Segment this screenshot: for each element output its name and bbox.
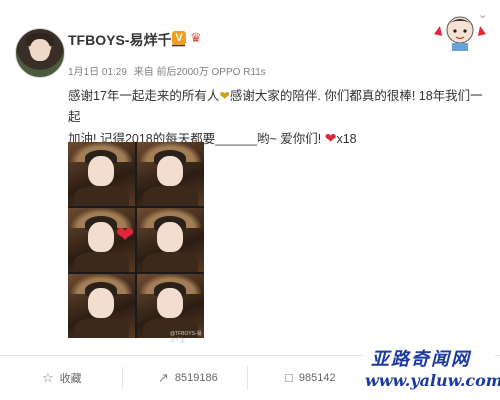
photo-credit: @TFBOYS-易烊千玺 [170, 331, 202, 344]
repost-icon: ↗ [158, 370, 169, 385]
comment-button[interactable]: □ 985142 [285, 370, 336, 385]
post-date[interactable]: 1月1日 01:29 [68, 67, 127, 78]
separator [122, 366, 123, 390]
watermark-url: www.yaluw.com [365, 371, 500, 390]
favorite-button[interactable]: ☆ 收藏 [42, 370, 82, 386]
post-text: 感谢17年一起走来的所有人❤感谢大家的陪伴. 你们都真的很棒! 18年我们一起 … [68, 86, 488, 150]
weibo-post-card: ⌄ TFBOYS-易烊千玺 V ♛ 1月1日 01:29 来自 前后2000万 … [0, 0, 500, 400]
post-text-part1: 感谢17年一起走来的所有人 [68, 89, 220, 103]
separator [247, 366, 248, 390]
site-watermark: 亚路奇闻网 www.yaluw.com [363, 343, 500, 396]
comment-icon: □ [285, 370, 293, 385]
post-meta: 1月1日 01:29 来自 前后2000万 OPPO R11s [68, 63, 270, 78]
author-name[interactable]: TFBOYS-易烊千玺 [68, 30, 185, 50]
post-source: 来自 前后2000万 OPPO R11s [133, 67, 266, 78]
gold-heart-icon: ❤ [219, 89, 230, 103]
favorite-label: 收藏 [59, 373, 82, 385]
repost-count: 8519186 [174, 372, 218, 384]
avatar[interactable] [15, 28, 65, 78]
watermark-title: 亚路奇闻网 [371, 349, 471, 370]
heart-doodle-icon: ❤ [116, 222, 135, 247]
photo-collage[interactable]: ❤ @TFBOYS-易烊千玺 [68, 142, 204, 344]
favorite-icon: ☆ [42, 370, 54, 385]
photo-2[interactable] [137, 142, 204, 206]
verified-badge-icon: V [172, 31, 186, 45]
avatar-face [30, 39, 50, 61]
post-text-suffix: x18 [336, 132, 357, 146]
member-crown-icon: ♛ [190, 30, 202, 45]
red-heart-icon: ❤ [324, 130, 337, 146]
photo-5[interactable] [68, 274, 135, 338]
cartoon-decoration-icon [434, 16, 486, 51]
photo-4[interactable] [137, 208, 204, 272]
photo-6[interactable] [137, 274, 204, 338]
comment-count: 985142 [298, 371, 336, 384]
repost-button[interactable]: ↗ 8519186 [158, 370, 218, 386]
photo-1[interactable] [68, 142, 135, 206]
